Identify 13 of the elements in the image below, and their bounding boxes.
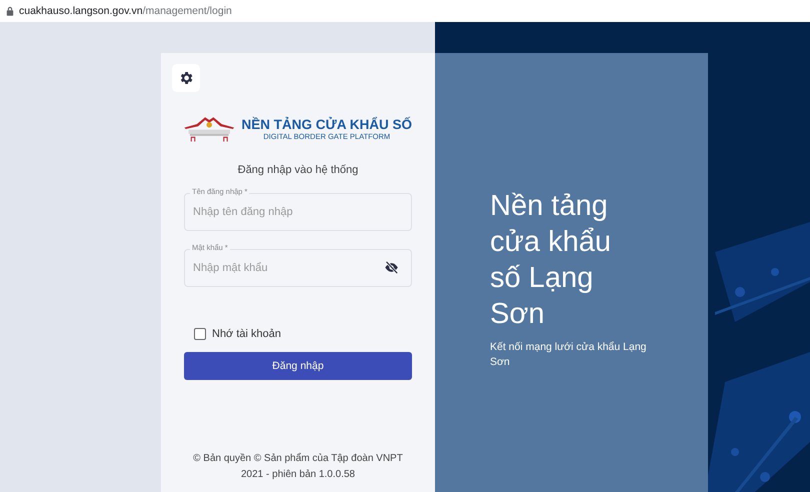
checkbox[interactable] bbox=[194, 328, 206, 340]
logo-title: NỀN TẢNG CỬA KHẨU SỐ bbox=[242, 117, 412, 132]
checkbox-label[interactable]: Nhớ tài khoản bbox=[212, 328, 281, 340]
copyright-text: © Bản quyền © Sản phẩm của Tập đoàn VNPT 2021 - phiên bản 1.0.0.58 bbox=[192, 452, 404, 482]
hero-subtitle: Kết nối mạng lưới cửa khẩu Lạng Sơn bbox=[490, 340, 648, 370]
eye-slash-icon[interactable] bbox=[384, 260, 399, 275]
gear-icon bbox=[178, 70, 194, 86]
login-button[interactable]: Đăng nhập bbox=[184, 352, 412, 380]
url-text[interactable]: cuakhauso.langson.gov.vn/management/login bbox=[19, 5, 232, 17]
login-heading: Đăng nhập vào hệ thống bbox=[236, 164, 360, 176]
settings-button[interactable] bbox=[172, 64, 200, 92]
hero-title: Nền tảng cửa khẩu số Lạng Sơn bbox=[490, 189, 612, 332]
lock-icon bbox=[6, 6, 14, 16]
